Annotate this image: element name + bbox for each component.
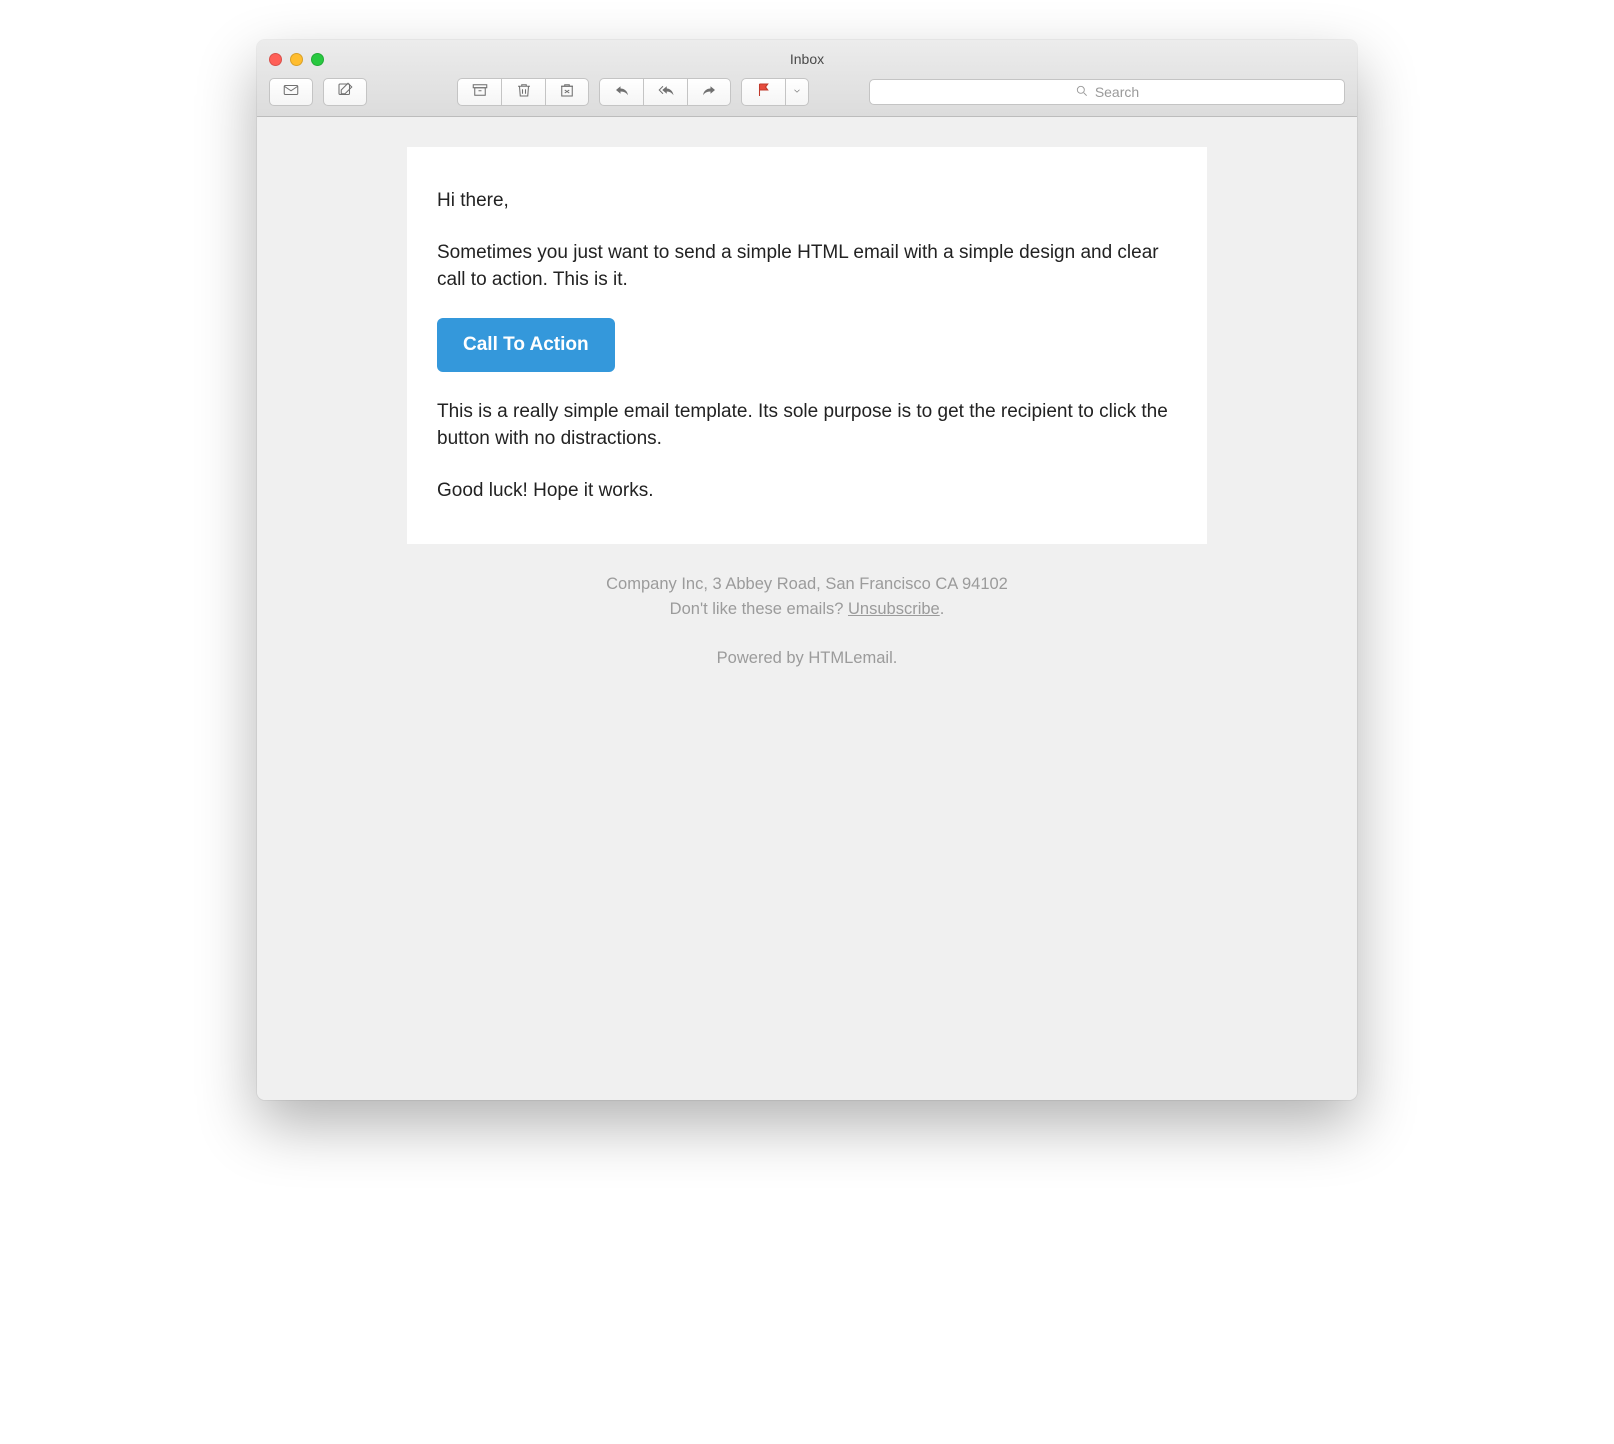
reply-all-button[interactable] xyxy=(643,78,687,106)
toolbar: Search xyxy=(269,78,1345,106)
search-icon xyxy=(1075,84,1089,101)
flag-icon xyxy=(755,81,773,104)
zoom-window-button[interactable] xyxy=(311,53,324,66)
junk-button[interactable] xyxy=(545,78,589,106)
cta-button[interactable]: Call To Action xyxy=(437,318,615,372)
archive-icon xyxy=(471,81,489,104)
email-closing: Good luck! Hope it works. xyxy=(437,477,1177,505)
flag-group xyxy=(741,78,809,106)
titlebar: Inbox xyxy=(257,40,1357,117)
reply-button[interactable] xyxy=(599,78,643,106)
archive-button[interactable] xyxy=(457,78,501,106)
delete-button[interactable] xyxy=(501,78,545,106)
window-controls xyxy=(269,53,324,66)
unsubscribe-link[interactable]: Unsubscribe xyxy=(848,600,940,618)
forward-icon xyxy=(700,81,718,104)
junk-icon xyxy=(558,81,576,104)
minimize-window-button[interactable] xyxy=(290,53,303,66)
forward-button[interactable] xyxy=(687,78,731,106)
get-mail-button[interactable] xyxy=(269,78,313,106)
window-title: Inbox xyxy=(269,51,1345,67)
envelope-icon xyxy=(282,81,300,104)
footer-powered: Powered by HTMLemail. xyxy=(407,646,1207,671)
message-viewport: Hi there, Sometimes you just want to sen… xyxy=(257,117,1357,1100)
flag-menu-button[interactable] xyxy=(785,78,809,106)
email-body: Hi there, Sometimes you just want to sen… xyxy=(407,147,1207,544)
email-greeting: Hi there, xyxy=(437,187,1177,215)
footer-company: Company Inc, 3 Abbey Road, San Francisco… xyxy=(407,572,1207,597)
compose-button[interactable] xyxy=(323,78,367,106)
reply-all-icon xyxy=(657,81,675,104)
email-footer: Company Inc, 3 Abbey Road, San Francisco… xyxy=(407,572,1207,670)
footer-unsub-suffix: . xyxy=(940,600,945,618)
reply-icon xyxy=(613,81,631,104)
footer-unsub-line: Don't like these emails? Unsubscribe. xyxy=(407,597,1207,622)
mail-window: Inbox xyxy=(257,40,1357,1100)
chevron-down-icon xyxy=(792,83,802,101)
archive-group xyxy=(457,78,589,106)
search-field[interactable]: Search xyxy=(869,79,1345,105)
reply-group xyxy=(599,78,731,106)
footer-unsub-prefix: Don't like these emails? xyxy=(670,600,848,618)
email-body-text: This is a really simple email template. … xyxy=(437,398,1177,453)
title-row: Inbox xyxy=(269,48,1345,70)
compose-icon xyxy=(336,81,354,104)
trash-icon xyxy=(515,81,533,104)
email-intro: Sometimes you just want to send a simple… xyxy=(437,239,1177,294)
close-window-button[interactable] xyxy=(269,53,282,66)
search-placeholder: Search xyxy=(1095,84,1139,100)
flag-button[interactable] xyxy=(741,78,785,106)
